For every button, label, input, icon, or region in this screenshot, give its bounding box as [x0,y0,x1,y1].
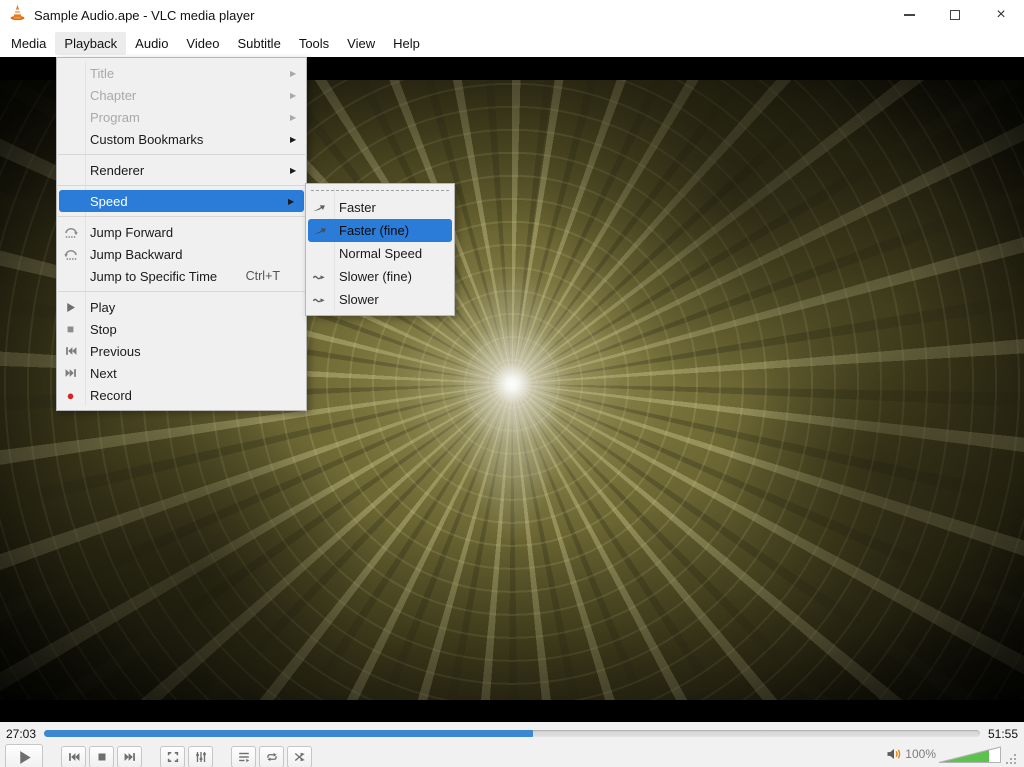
submenu-arrow-icon: ▶ [290,90,297,100]
vlc-window: Sample Audio.ape - VLC media player × Me… [0,0,1024,767]
faster-icon [306,200,333,215]
minimize-icon [903,14,915,16]
menu-subtitle[interactable]: Subtitle [228,32,289,55]
menuitem-slower-fine[interactable]: Slower (fine) [306,265,454,288]
menu-separator [58,154,305,155]
menu-audio[interactable]: Audio [126,32,177,55]
loop-icon [266,752,277,762]
submenu-arrow-icon: ▶ [290,68,297,78]
next-icon [124,753,135,761]
volume-slider[interactable] [938,745,1002,767]
menu-separator [58,291,305,292]
menu-bar: Media Playback Audio Video Subtitle Tool… [0,30,1024,57]
close-button[interactable]: × [978,0,1024,30]
submenu-arrow-icon: ▶ [290,134,297,144]
menuitem-record[interactable]: ● Record [57,384,306,406]
menu-tools[interactable]: Tools [290,32,338,55]
slower-icon [306,269,333,284]
resize-grip[interactable] [1006,752,1017,767]
elapsed-time: 27:03 [6,726,37,741]
slower-icon [306,292,333,307]
shuffle-icon [294,752,305,762]
menuitem-normal-speed[interactable]: Normal Speed [306,242,454,265]
maximize-button[interactable] [932,0,978,30]
previous-icon [57,344,84,358]
submenu-arrow-icon: ▶ [290,165,297,175]
playlist-button[interactable] [231,746,256,767]
menu-help[interactable]: Help [384,32,429,55]
close-icon: × [996,6,1006,23]
menuitem-jump-backward[interactable]: Jump Backward [57,243,306,265]
minimize-button[interactable] [886,0,932,30]
seek-bar[interactable] [44,730,980,737]
previous-icon [68,753,79,761]
faster-icon [308,223,333,238]
jump-forward-icon [57,224,84,240]
fullscreen-button[interactable] [160,746,185,767]
shortcut-label: Ctrl+T [245,269,280,283]
extended-settings-button[interactable] [188,746,213,767]
menu-view[interactable]: View [338,32,384,55]
previous-button[interactable] [61,746,86,767]
menu-media[interactable]: Media [2,32,55,55]
menu-separator [58,216,305,217]
menuitem-slower[interactable]: Slower [306,288,454,311]
menuitem-stop[interactable]: ■ Stop [57,318,306,340]
menuitem-speed[interactable]: Speed ▶ [59,190,304,212]
menuitem-title: Title ▶ [57,62,306,84]
menuitem-play[interactable]: Play [57,296,306,318]
menu-playback[interactable]: Playback [55,32,127,55]
maximize-icon [950,10,960,20]
play-button[interactable] [5,744,43,767]
menuitem-previous[interactable]: Previous [57,340,306,362]
menu-separator [58,185,305,186]
menuitem-program: Program ▶ [57,106,306,128]
play-icon [57,301,84,314]
menu-video[interactable]: Video [177,32,228,55]
next-icon [57,366,84,380]
menuitem-next[interactable]: Next [57,362,306,384]
submenu-arrow-icon: ▶ [290,112,297,122]
menuitem-jump-forward[interactable]: Jump Forward [57,221,306,243]
playlist-icon [238,752,249,763]
menuitem-chapter: Chapter ▶ [57,84,306,106]
volume-percent-label: 100% [905,747,936,761]
bottom-bar: 27:03 51:55 100% [0,722,1024,767]
vlc-cone-icon [8,3,27,27]
speed-submenu: Faster Faster (fine) Normal Speed Slower… [305,183,455,316]
equalizer-icon [195,752,206,762]
duration-time: 51:55 [987,726,1018,741]
menuitem-renderer[interactable]: Renderer ▶ [57,159,306,181]
next-button[interactable] [117,746,142,767]
seek-fill [44,730,533,737]
fullscreen-icon [167,752,178,762]
tear-off-handle[interactable] [311,190,449,191]
random-button[interactable] [287,746,312,767]
loop-button[interactable] [259,746,284,767]
title-bar: Sample Audio.ape - VLC media player × [0,0,1024,30]
stop-icon: ■ [66,322,75,336]
window-title: Sample Audio.ape - VLC media player [34,7,255,23]
stop-icon [98,753,105,761]
menuitem-faster[interactable]: Faster [306,196,454,219]
playback-menu: Title ▶ Chapter ▶ Program ▶ Custom Bookm… [56,57,307,411]
submenu-arrow-icon: ▶ [288,196,295,206]
record-icon: ● [66,387,75,403]
jump-backward-icon [57,246,84,262]
stop-button[interactable] [89,746,114,767]
play-icon [19,750,31,764]
menuitem-faster-fine[interactable]: Faster (fine) [308,219,452,242]
menuitem-jump-to-specific-time[interactable]: Jump to Specific Time Ctrl+T [57,265,306,287]
speaker-icon[interactable] [885,746,903,767]
menuitem-custom-bookmarks[interactable]: Custom Bookmarks ▶ [57,128,306,150]
